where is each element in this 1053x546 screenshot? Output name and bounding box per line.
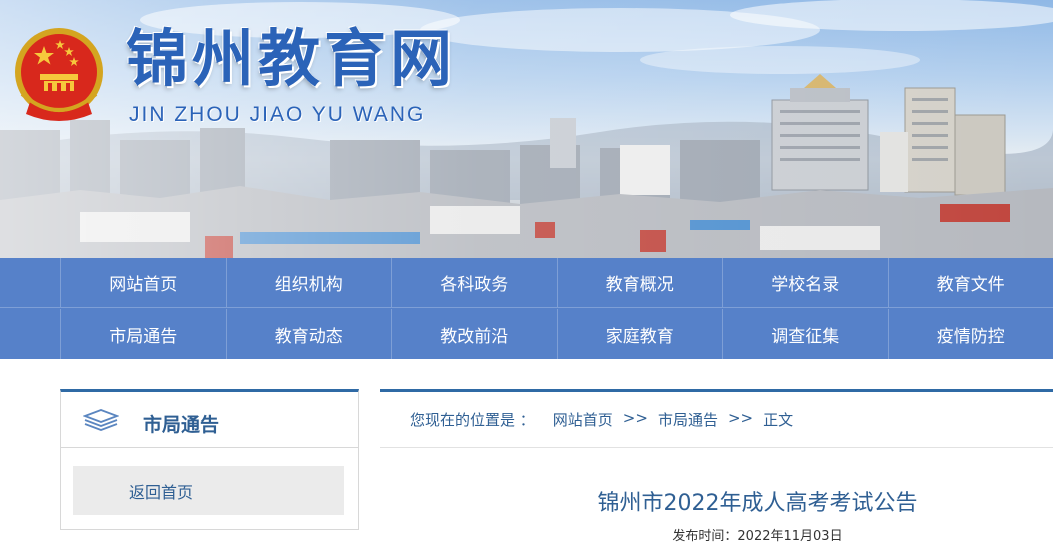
header-banner: 锦州教育网 JIN ZHOU JIAO YU WANG [0, 0, 1053, 258]
nav-item-affairs[interactable]: 各科政务 [391, 258, 557, 307]
breadcrumb: 您现在的位置是 ： 网站首页 >> 市局通告 >> 正文 [410, 409, 793, 430]
nav-item-education-news[interactable]: 教育动态 [225, 309, 392, 359]
main-navigation: 网站首页 组织机构 各科政务 教育概况 学校名录 教育文件 市局通告 教育动态 … [0, 258, 1053, 359]
main-content: 您现在的位置是 ： 网站首页 >> 市局通告 >> 正文 锦州市2022年成人高… [380, 389, 1053, 546]
nav-item-family-education[interactable]: 家庭教育 [556, 309, 723, 359]
sidebar-title: 市局通告 [143, 414, 220, 436]
breadcrumb-separator: >> [727, 409, 754, 427]
nav-item-bureau-notices[interactable]: 市局通告 [60, 309, 226, 359]
nav-item-school-directory[interactable]: 学校名录 [722, 258, 888, 307]
nav-row-1: 网站首页 组织机构 各科政务 教育概况 学校名录 教育文件 [0, 258, 1053, 308]
nav-item-epidemic-prevention[interactable]: 疫情防控 [887, 309, 1053, 359]
breadcrumb-home-link[interactable]: 网站首页 [553, 409, 613, 430]
main-top-border [380, 389, 1053, 392]
article-title: 锦州市2022年成人高考考试公告 [597, 491, 918, 516]
article-publish-date: 发布时间：2022年11月03日 [672, 529, 843, 544]
breadcrumb-prefix: 您现在的位置是 ： [410, 411, 535, 429]
nav-row-2: 市局通告 教育动态 教改前沿 家庭教育 调查征集 疫情防控 [0, 309, 1053, 359]
breadcrumb-separator: >> [622, 409, 648, 427]
layers-icon [83, 409, 119, 431]
nav-item-survey[interactable]: 调查征集 [722, 309, 888, 359]
site-title: 锦州教育网 [126, 22, 457, 95]
nav-item-home[interactable]: 网站首页 [60, 258, 226, 307]
sidebar: 市局通告 返回首页 [60, 389, 359, 530]
back-to-home-button[interactable]: 返回首页 [73, 466, 344, 515]
nav-item-reform-frontier[interactable]: 教改前沿 [391, 309, 557, 359]
nav-item-organization[interactable]: 组织机构 [225, 258, 392, 307]
breadcrumb-divider [380, 447, 1053, 448]
nav-item-education-documents[interactable]: 教育文件 [887, 258, 1053, 307]
breadcrumb-current: 正文 [763, 411, 794, 429]
breadcrumb-section-link[interactable]: 市局通告 [658, 409, 718, 430]
site-pinyin: JIN ZHOU JIAO YU WANG [129, 103, 426, 126]
national-emblem-icon [15, 28, 103, 121]
sidebar-header: 市局通告 [61, 392, 358, 448]
nav-item-overview[interactable]: 教育概况 [556, 258, 723, 307]
